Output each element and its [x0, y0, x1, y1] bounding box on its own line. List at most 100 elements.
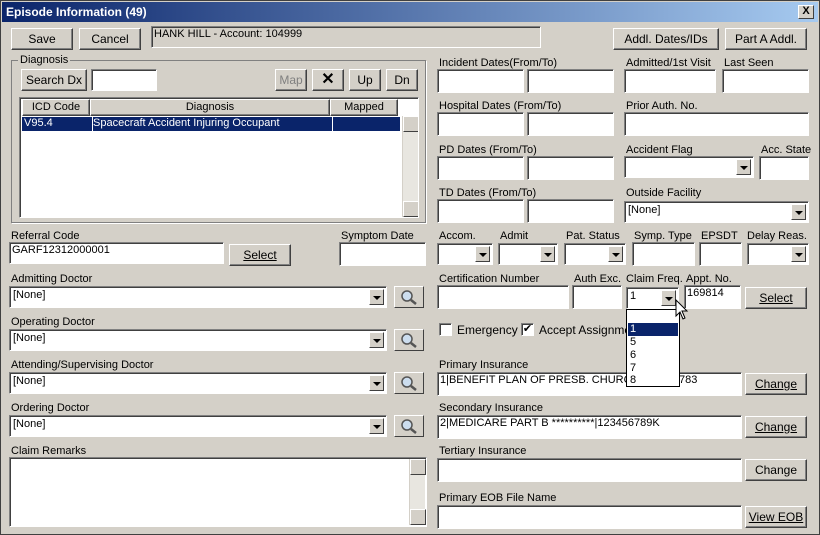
pat-status-select[interactable] [564, 243, 626, 265]
acc-state-input[interactable] [759, 156, 809, 180]
magnifier-icon [401, 419, 417, 434]
dropdown-option[interactable]: 6 [628, 349, 678, 362]
chevron-down-icon[interactable] [369, 375, 384, 391]
td-to-input[interactable] [527, 199, 614, 223]
operating-search-button[interactable] [394, 329, 424, 351]
claim-freq-select[interactable]: 1 [626, 287, 679, 309]
diagnosis-group-label: Diagnosis [18, 54, 71, 66]
admitting-search-button[interactable] [394, 286, 424, 308]
delay-reason-select[interactable] [747, 243, 809, 265]
prior-auth-label: Prior Auth. No. [626, 100, 698, 112]
search-dx-button[interactable]: Search Dx [21, 69, 87, 91]
search-dx-input[interactable] [91, 69, 157, 91]
dropdown-option[interactable]: 8 [628, 374, 678, 387]
claim-remarks-textarea[interactable] [9, 457, 427, 527]
scroll-down-arrow-icon[interactable] [410, 509, 426, 525]
chevron-down-icon[interactable] [369, 418, 384, 434]
column-header[interactable]: Diagnosis [90, 99, 330, 116]
chevron-down-icon[interactable] [475, 246, 490, 262]
addl-dates-button[interactable]: Addl. Dates/IDs [613, 28, 719, 50]
pd-from-input[interactable] [437, 156, 524, 180]
chevron-down-icon[interactable] [736, 159, 751, 175]
attending-doctor-select[interactable]: [None] [9, 372, 387, 394]
eob-file-input[interactable] [437, 505, 742, 529]
epsdt-input[interactable] [699, 242, 742, 266]
chevron-down-icon[interactable] [791, 246, 806, 262]
down-button[interactable]: Dn [386, 69, 418, 91]
tertiary-insurance-input[interactable] [437, 458, 742, 482]
emergency-checkbox[interactable] [439, 323, 452, 336]
acc-state-label: Acc. State [761, 144, 812, 156]
episode-window: Episode Information (49) X Save Cancel H… [0, 0, 820, 535]
chevron-down-icon[interactable] [661, 290, 676, 306]
ordering-doctor-label: Ordering Doctor [11, 402, 90, 414]
scroll-down-arrow-icon[interactable] [403, 201, 418, 217]
chevron-down-icon[interactable] [608, 246, 623, 262]
appt-select-button[interactable]: Select [745, 287, 807, 309]
operating-doctor-select[interactable]: [None] [9, 329, 387, 351]
map-button[interactable]: Map [275, 69, 307, 91]
tertiary-insurance-label: Tertiary Insurance [439, 445, 527, 457]
primary-insurance-input[interactable]: 1|BENEFIT PLAN OF PRESB. CHURCH|12345678… [437, 372, 742, 396]
secondary-change-button[interactable]: Change [745, 416, 807, 438]
chevron-down-icon[interactable] [369, 289, 384, 305]
pd-dates-label: PD Dates (From/To) [439, 144, 537, 156]
save-button[interactable]: Save [11, 28, 73, 50]
chevron-down-icon[interactable] [791, 204, 806, 220]
checkmark-icon: ✔ [522, 323, 533, 335]
referral-select-button[interactable]: Select [229, 244, 291, 266]
magnifier-icon [401, 376, 417, 391]
accident-flag-select[interactable] [624, 156, 754, 178]
delete-dx-button[interactable]: ✕ [312, 69, 344, 91]
accept-assignment-checkbox[interactable]: ✔ [521, 323, 534, 336]
close-window-button[interactable]: X [798, 5, 814, 19]
auth-exc-input[interactable] [572, 285, 622, 309]
symp-type-input[interactable] [632, 242, 695, 266]
hospital-dates-label: Hospital Dates (From/To) [439, 100, 562, 112]
part-a-button[interactable]: Part A Addl. [725, 28, 807, 50]
scroll-up-arrow-icon[interactable] [403, 116, 418, 132]
attending-doctor-label: Attending/Supervising Doctor [11, 359, 154, 371]
admit-select[interactable] [498, 243, 558, 265]
incident-from-input[interactable] [437, 69, 524, 93]
primary-change-button[interactable]: Change [745, 373, 807, 395]
outside-facility-select[interactable]: [None] [624, 201, 809, 223]
chevron-down-icon[interactable] [540, 246, 555, 262]
close-icon: ✕ [321, 71, 335, 88]
scroll-up-arrow-icon[interactable] [410, 459, 426, 475]
dropdown-option[interactable]: 5 [628, 336, 678, 349]
admitting-doctor-select[interactable]: [None] [9, 286, 387, 308]
certification-input[interactable] [437, 285, 569, 309]
hospital-from-input[interactable] [437, 112, 524, 136]
pd-to-input[interactable] [527, 156, 614, 180]
appt-no-input[interactable]: 169814 [684, 285, 741, 309]
incident-dates-label: Incident Dates(From/To) [439, 57, 557, 69]
view-eob-button[interactable]: View EOB [745, 506, 807, 528]
column-header[interactable]: Mapped [330, 99, 398, 116]
column-header[interactable]: ICD Code [22, 99, 90, 116]
dropdown-option[interactable]: 1 [628, 323, 678, 336]
symptom-date-input[interactable] [339, 242, 426, 266]
up-button[interactable]: Up [349, 69, 381, 91]
tertiary-change-button[interactable]: Change [745, 459, 807, 481]
td-from-input[interactable] [437, 199, 524, 223]
ordering-doctor-select[interactable]: [None] [9, 415, 387, 437]
secondary-insurance-input[interactable]: 2|MEDICARE PART B **********|123456789K [437, 415, 742, 439]
chevron-down-icon[interactable] [369, 332, 384, 348]
referral-code-input[interactable]: GARF12312000001 [9, 242, 224, 264]
attending-search-button[interactable] [394, 372, 424, 394]
hospital-to-input[interactable] [527, 112, 614, 136]
ordering-search-button[interactable] [394, 415, 424, 437]
incident-to-input[interactable] [527, 69, 614, 93]
diagnosis-scrollbar[interactable] [402, 116, 418, 217]
accom-select[interactable] [437, 243, 493, 265]
last-seen-input[interactable] [722, 69, 809, 93]
td-dates-label: TD Dates (From/To) [439, 187, 537, 199]
cancel-button[interactable]: Cancel [79, 28, 141, 50]
admitted-input[interactable] [624, 69, 716, 93]
remarks-scrollbar[interactable] [409, 459, 426, 525]
last-seen-label: Last Seen [724, 57, 774, 69]
cell-divider [92, 117, 93, 131]
table-row[interactable]: V95.4 Spacecraft Accident Injuring Occup… [22, 117, 400, 131]
prior-auth-input[interactable] [624, 112, 809, 136]
